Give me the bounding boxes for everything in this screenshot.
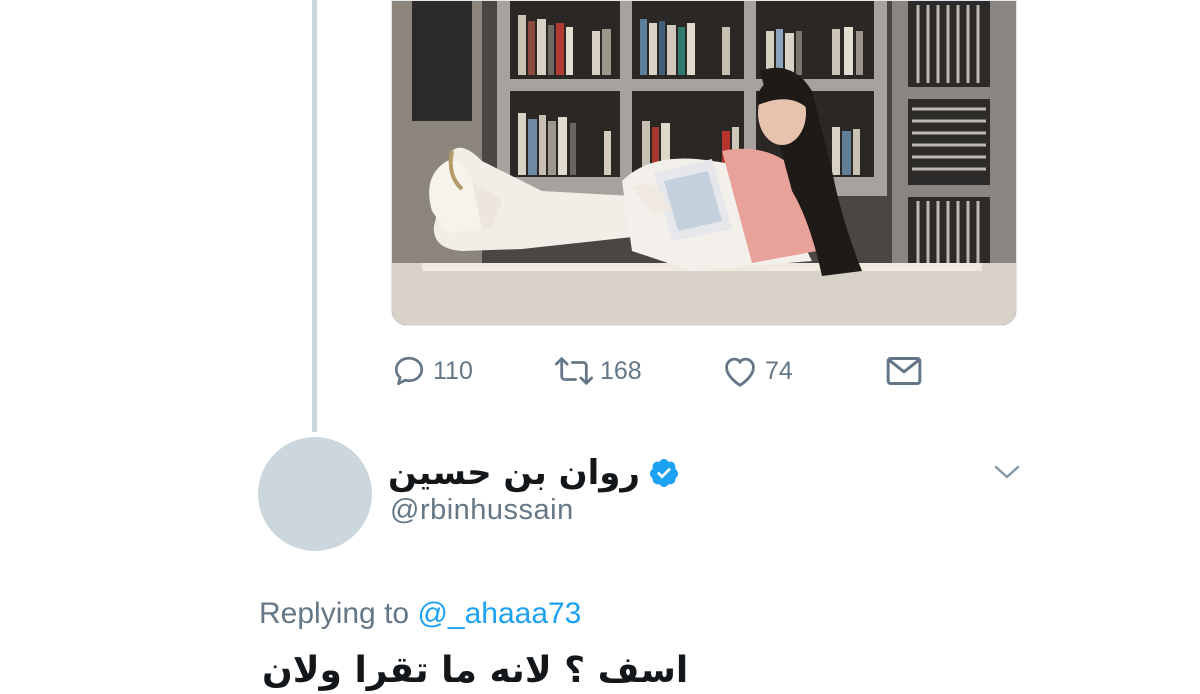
replying-to-mention[interactable]: @_ahaaa73 [417,597,581,630]
direct-message-button[interactable] [884,346,924,396]
reply-button[interactable]: 110 [391,346,473,396]
tweet-media-photo[interactable] [391,0,1017,326]
reply-author-row: روان بن حسين [388,450,680,496]
tweet-action-bar: 110 168 74 [391,346,951,396]
display-name[interactable]: روان بن حسين [388,453,640,493]
tweet-options-caret[interactable] [990,460,1024,488]
replying-to-label: Replying to [259,597,410,630]
avatar[interactable] [258,437,372,551]
chevron-down-icon [993,463,1021,486]
reply-icon [391,353,427,389]
like-button[interactable]: 74 [721,346,793,396]
thread-connector-line [312,0,317,432]
retweet-count: 168 [600,356,642,385]
reply-tweet-text: اسف ؟ لانه ما تقرا ولان [262,650,689,691]
retweet-icon [554,353,594,389]
heart-icon [721,353,759,389]
user-handle[interactable]: @rbinhussain [390,494,574,527]
retweet-button[interactable]: 168 [554,346,642,396]
envelope-icon [884,354,924,388]
replying-to-line: Replying to @_ahaaa73 [259,597,581,631]
photo-illustration [392,1,1016,325]
verified-badge-icon [648,457,680,489]
reply-count: 110 [433,356,473,385]
like-count: 74 [765,356,793,385]
